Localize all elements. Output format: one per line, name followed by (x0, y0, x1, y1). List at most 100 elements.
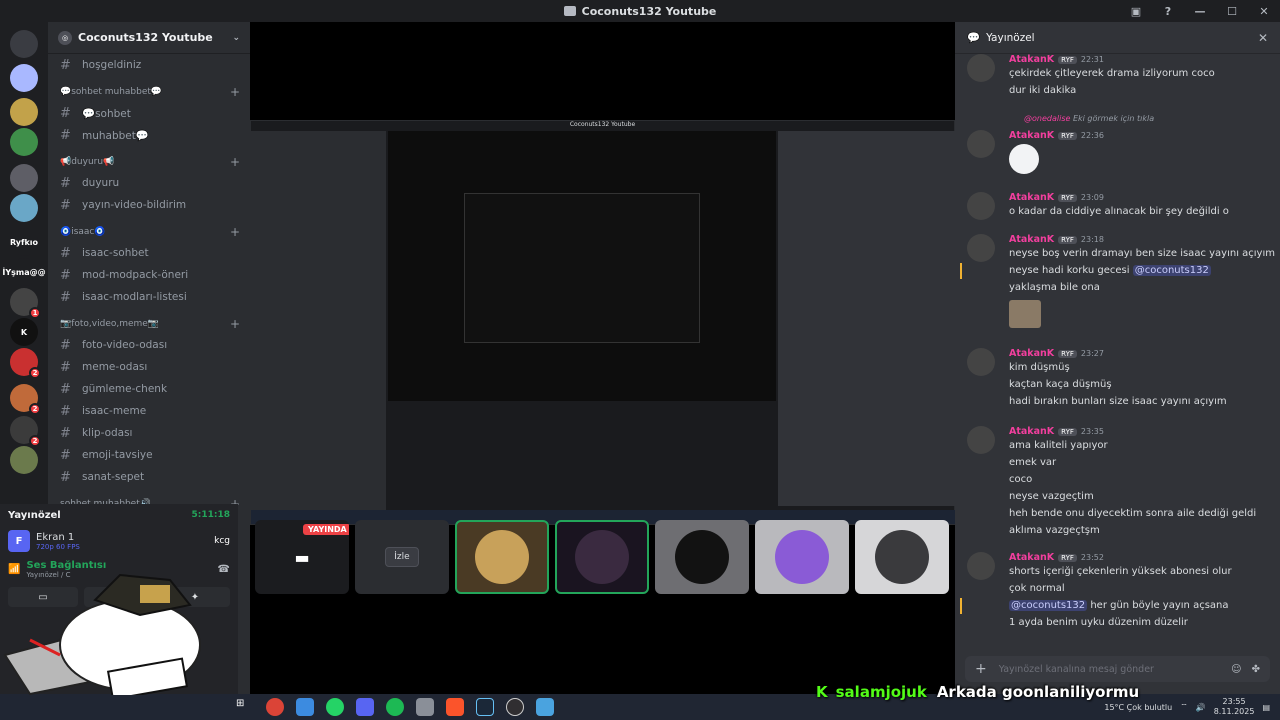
mention[interactable]: @coconuts132 (1009, 600, 1088, 611)
username[interactable]: AtakanK (1009, 234, 1054, 245)
emoji-icon[interactable]: ☺ (1231, 664, 1241, 675)
channel-item[interactable]: # sanat-sepet (48, 466, 250, 488)
participant-tile[interactable] (755, 520, 849, 594)
username[interactable]: AtakanK (1009, 54, 1054, 65)
stream-view[interactable]: Coconuts132 Youtube YAYINDA ▬ İzle (250, 22, 955, 694)
channel-item[interactable]: # gümleme-chenk (48, 378, 250, 400)
server-icon[interactable]: 2 (10, 416, 41, 447)
channel-category[interactable]: 💬sohbet muhabbet💬 + (48, 82, 250, 102)
server-icon[interactable]: Ryfkıo (10, 228, 38, 256)
add-channel-icon[interactable]: + (230, 155, 240, 169)
inbox-icon[interactable]: ▣ (1120, 5, 1152, 18)
user-avatar[interactable] (967, 234, 995, 262)
app-icon[interactable] (536, 698, 554, 716)
server-icon[interactable] (10, 128, 38, 156)
close-icon[interactable]: ✕ (1258, 31, 1268, 45)
server-icon[interactable] (10, 30, 38, 58)
notification-icon[interactable]: ▤ (1262, 703, 1270, 712)
participant-tile[interactable]: İzle (355, 520, 449, 594)
user-avatar[interactable] (967, 54, 995, 82)
server-icon[interactable] (10, 446, 38, 474)
participant-tile[interactable] (455, 520, 549, 594)
add-attachment-icon[interactable]: + (975, 661, 987, 677)
channel-item[interactable]: # isaac-meme (48, 400, 250, 422)
app-icon[interactable] (416, 698, 434, 716)
message-text: kaçtan kaça düşmüş (1009, 379, 1112, 390)
add-channel-icon[interactable]: + (230, 317, 240, 331)
volume-icon[interactable]: 🔊 (1196, 703, 1206, 712)
user-avatar[interactable] (967, 130, 995, 158)
channel-category[interactable]: 🧿isaac🧿 + (48, 222, 250, 242)
channel-item[interactable]: # yayın-video-bildirim (48, 194, 250, 216)
channel-item[interactable]: # isaac-modları-listesi (48, 286, 250, 308)
spotify-icon[interactable] (386, 698, 404, 716)
channel-item[interactable]: # foto-video-odası (48, 334, 250, 356)
server-icon[interactable]: 2 (10, 348, 41, 379)
add-channel-icon[interactable]: + (230, 85, 240, 99)
channel-item[interactable]: # isaac-sohbet (48, 242, 250, 264)
server-tag: RYF (1058, 193, 1077, 202)
discord-icon[interactable] (356, 698, 374, 716)
participant-tile[interactable]: YAYINDA ▬ (255, 520, 349, 594)
watch-button[interactable]: İzle (385, 547, 419, 567)
clock[interactable]: 23:55 8.11.2025 (1214, 697, 1255, 717)
channel-item[interactable]: # meme-odası (48, 356, 250, 378)
reply-preview[interactable]: @onedalise Eki görmek için tıkla (1024, 114, 1154, 123)
channel-item[interactable]: # emoji-tavsiye (48, 444, 250, 466)
server-icon[interactable] (10, 164, 38, 192)
username[interactable]: AtakanK (1009, 348, 1054, 359)
user-avatar[interactable] (967, 348, 995, 376)
participant-tile[interactable] (855, 520, 949, 594)
channel-item[interactable]: # 💬sohbet (48, 102, 250, 124)
mention-highlight (960, 598, 962, 614)
apps-icon[interactable]: ✤ (1252, 664, 1260, 675)
channel-item[interactable]: # mod-modpack-öneri (48, 264, 250, 286)
user-avatar[interactable] (967, 552, 995, 580)
server-icon[interactable]: İYşma@@ (2, 258, 46, 286)
server-icon[interactable] (10, 64, 38, 92)
screen-icon: ▬ (294, 547, 310, 567)
minimize-button[interactable]: — (1184, 5, 1216, 18)
channel-item[interactable]: # duyuru (48, 172, 250, 194)
brave-icon[interactable] (446, 698, 464, 716)
trollface-image[interactable] (1009, 144, 1039, 174)
server-icon[interactable]: 2 (10, 384, 41, 415)
close-button[interactable]: ✕ (1248, 5, 1280, 18)
username[interactable]: AtakanK (1009, 426, 1054, 437)
server-icon[interactable]: 1 (10, 288, 41, 319)
maximize-button[interactable]: ☐ (1216, 5, 1248, 18)
user-avatar[interactable] (967, 192, 995, 220)
channel-item[interactable]: # hoşgeldiniz (48, 54, 250, 76)
timestamp: 22:31 (1080, 55, 1104, 64)
stream-row[interactable]: F Ekran 1 720p 60 FPS kcg (0, 526, 238, 556)
start-icon[interactable]: ⊞ (236, 698, 254, 716)
server-icon[interactable] (10, 98, 38, 126)
mention[interactable]: @coconuts132 (1132, 265, 1211, 276)
username[interactable]: AtakanK (1009, 192, 1054, 203)
server-header[interactable]: ◎ Coconuts132 Youtube ⌄ (48, 22, 250, 54)
help-icon[interactable]: ? (1152, 5, 1184, 18)
channel-label: yayın-video-bildirim (82, 199, 187, 211)
unread-badge: 1 (29, 307, 41, 319)
add-channel-icon[interactable]: + (230, 225, 240, 239)
participant-tile[interactable] (555, 520, 649, 594)
server-icon[interactable]: K (10, 318, 38, 346)
channel-category[interactable]: 📢duyuru📢 + (48, 152, 250, 172)
obs-icon[interactable] (506, 698, 524, 716)
channel-item[interactable]: # klip-odası (48, 422, 250, 444)
attached-image[interactable] (1009, 300, 1041, 328)
participant-tile[interactable] (655, 520, 749, 594)
steam-icon[interactable] (476, 698, 494, 716)
message-meta: AtakanK RYF 22:31 (1009, 54, 1104, 65)
wifi-icon[interactable]: ⌔ (1180, 702, 1188, 712)
user-avatar[interactable] (967, 426, 995, 454)
whatsapp-icon[interactable] (326, 698, 344, 716)
message-input[interactable]: + Yayınözel kanalına mesaj gönder ☺ ✤ (965, 656, 1270, 682)
server-icon[interactable] (10, 194, 38, 222)
channel-category[interactable]: 📷foto,video,meme📷 + (48, 314, 250, 334)
username[interactable]: AtakanK (1009, 130, 1054, 141)
username[interactable]: AtakanK (1009, 552, 1054, 563)
chrome-icon[interactable] (266, 698, 284, 716)
explorer-icon[interactable] (296, 698, 314, 716)
channel-item[interactable]: # muhabbet💬 (48, 124, 250, 146)
